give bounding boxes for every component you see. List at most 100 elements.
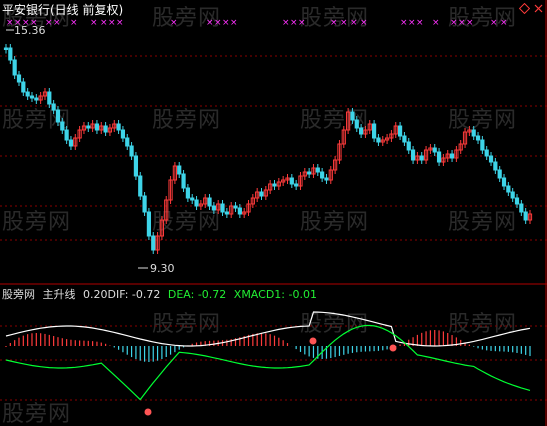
candle-body — [21, 81, 26, 93]
candle-body — [194, 199, 199, 207]
macd-bar — [83, 340, 85, 346]
signal-marker: × — [222, 18, 230, 28]
candle-body — [493, 161, 498, 171]
macd-bar — [35, 333, 37, 346]
signal-marker: × — [90, 18, 98, 28]
signal-marker: × — [230, 18, 238, 28]
macd-bar — [130, 346, 133, 358]
macd-bar — [499, 346, 501, 352]
candle-body — [16, 74, 22, 83]
signal-marker: × — [340, 18, 348, 28]
candle-body — [207, 197, 212, 207]
candle-body — [514, 197, 520, 205]
macd-bar — [347, 346, 349, 354]
candle-body — [142, 195, 147, 213]
candle-body — [51, 103, 56, 111]
candle-body — [120, 129, 126, 139]
macd-bar — [92, 341, 94, 346]
macd-bar — [481, 346, 483, 350]
candle-body — [138, 175, 143, 197]
candle-body — [220, 203, 225, 213]
macd-bar — [14, 340, 16, 346]
macd-bar — [486, 346, 488, 351]
macd-bar — [105, 343, 107, 346]
signal-marker: × — [282, 18, 290, 28]
macd-bar — [169, 346, 172, 355]
candlestick-series[interactable] — [3, 29, 533, 269]
macd-bar — [87, 340, 89, 346]
candle-body — [185, 187, 190, 199]
macd-bar — [256, 333, 258, 346]
indicator-params: 0.20 — [83, 288, 108, 301]
signal-markers: × × × × × × × × × × × × × × × × × × × × × × × × × × × × × × × × — [6, 18, 508, 28]
candle-body — [488, 155, 494, 163]
candle-body — [259, 191, 264, 197]
candle-body — [449, 153, 455, 159]
candle-body — [177, 165, 182, 175]
signal-marker: × — [53, 18, 61, 28]
candle-body — [55, 109, 61, 123]
macd-bar — [126, 346, 128, 355]
macd-histogram — [5, 330, 531, 362]
candle-body — [151, 235, 156, 251]
signal-marker: × — [450, 18, 458, 28]
macd-bar — [57, 337, 59, 346]
candle-body — [211, 205, 216, 211]
macd-bar — [18, 337, 20, 346]
indicator-xmacd: XMACD1: -0.01 — [233, 288, 317, 301]
macd-bar — [373, 346, 375, 352]
candle-body — [436, 151, 442, 163]
candle-body — [181, 173, 186, 189]
signal-marker: × — [330, 18, 338, 28]
chart-title: 平安银行(日线 前复权) — [2, 3, 124, 17]
macd-bar — [174, 346, 176, 353]
signal-marker: × — [400, 18, 408, 28]
candle-body — [315, 167, 320, 173]
candle-body — [8, 47, 13, 61]
signal-marker: × — [408, 18, 416, 28]
candle-body — [480, 139, 485, 151]
candle-body — [146, 211, 152, 237]
candle-body — [294, 183, 299, 187]
macd-bar — [312, 346, 315, 358]
signal-marker: × — [360, 18, 368, 28]
macd-bar — [5, 346, 7, 347]
candle-body — [125, 137, 130, 147]
macd-bar — [360, 346, 362, 352]
macd-bar — [507, 346, 509, 352]
close-window-icon[interactable] — [533, 3, 544, 14]
macd-bar — [351, 346, 354, 353]
chart-canvas[interactable]: × × × × × × × × × × × × × × × × × × × × × × × × × × × × × × × × — [0, 0, 547, 426]
candle-body — [237, 207, 242, 215]
macd-bar — [161, 346, 163, 360]
macd-bar — [44, 333, 46, 346]
macd-bar — [148, 346, 150, 362]
candle-body — [25, 91, 30, 97]
macd-bar — [438, 330, 440, 346]
candle-body — [29, 95, 35, 99]
high-price-label: 15.36 — [14, 24, 46, 37]
candle-body — [307, 171, 312, 175]
macd-bar — [122, 346, 124, 353]
macd-bar — [40, 333, 42, 346]
macd-bar — [70, 339, 72, 346]
indicator-header: 股旁网 主升线 0.20DIF: -0.72 DEA: -0.72 XMACD1… — [2, 288, 321, 301]
candle-body — [94, 123, 100, 131]
restore-window-icon[interactable] — [519, 3, 530, 14]
macd-bar — [512, 346, 514, 353]
signal-marker: × — [170, 18, 178, 28]
signal-marker: × — [214, 18, 222, 28]
candle-body — [289, 177, 294, 185]
candle-body — [501, 177, 507, 187]
macd-bar — [386, 346, 388, 350]
candle-body — [406, 141, 411, 151]
macd-bar — [473, 346, 475, 347]
macd-bar — [9, 342, 11, 346]
signal-marker: × — [500, 18, 508, 28]
macd-bar — [477, 346, 479, 349]
candle-body — [272, 183, 277, 187]
macd-bar — [490, 346, 492, 351]
macd-bar — [399, 344, 401, 346]
candle-body — [233, 205, 238, 209]
candle-body — [129, 145, 134, 157]
